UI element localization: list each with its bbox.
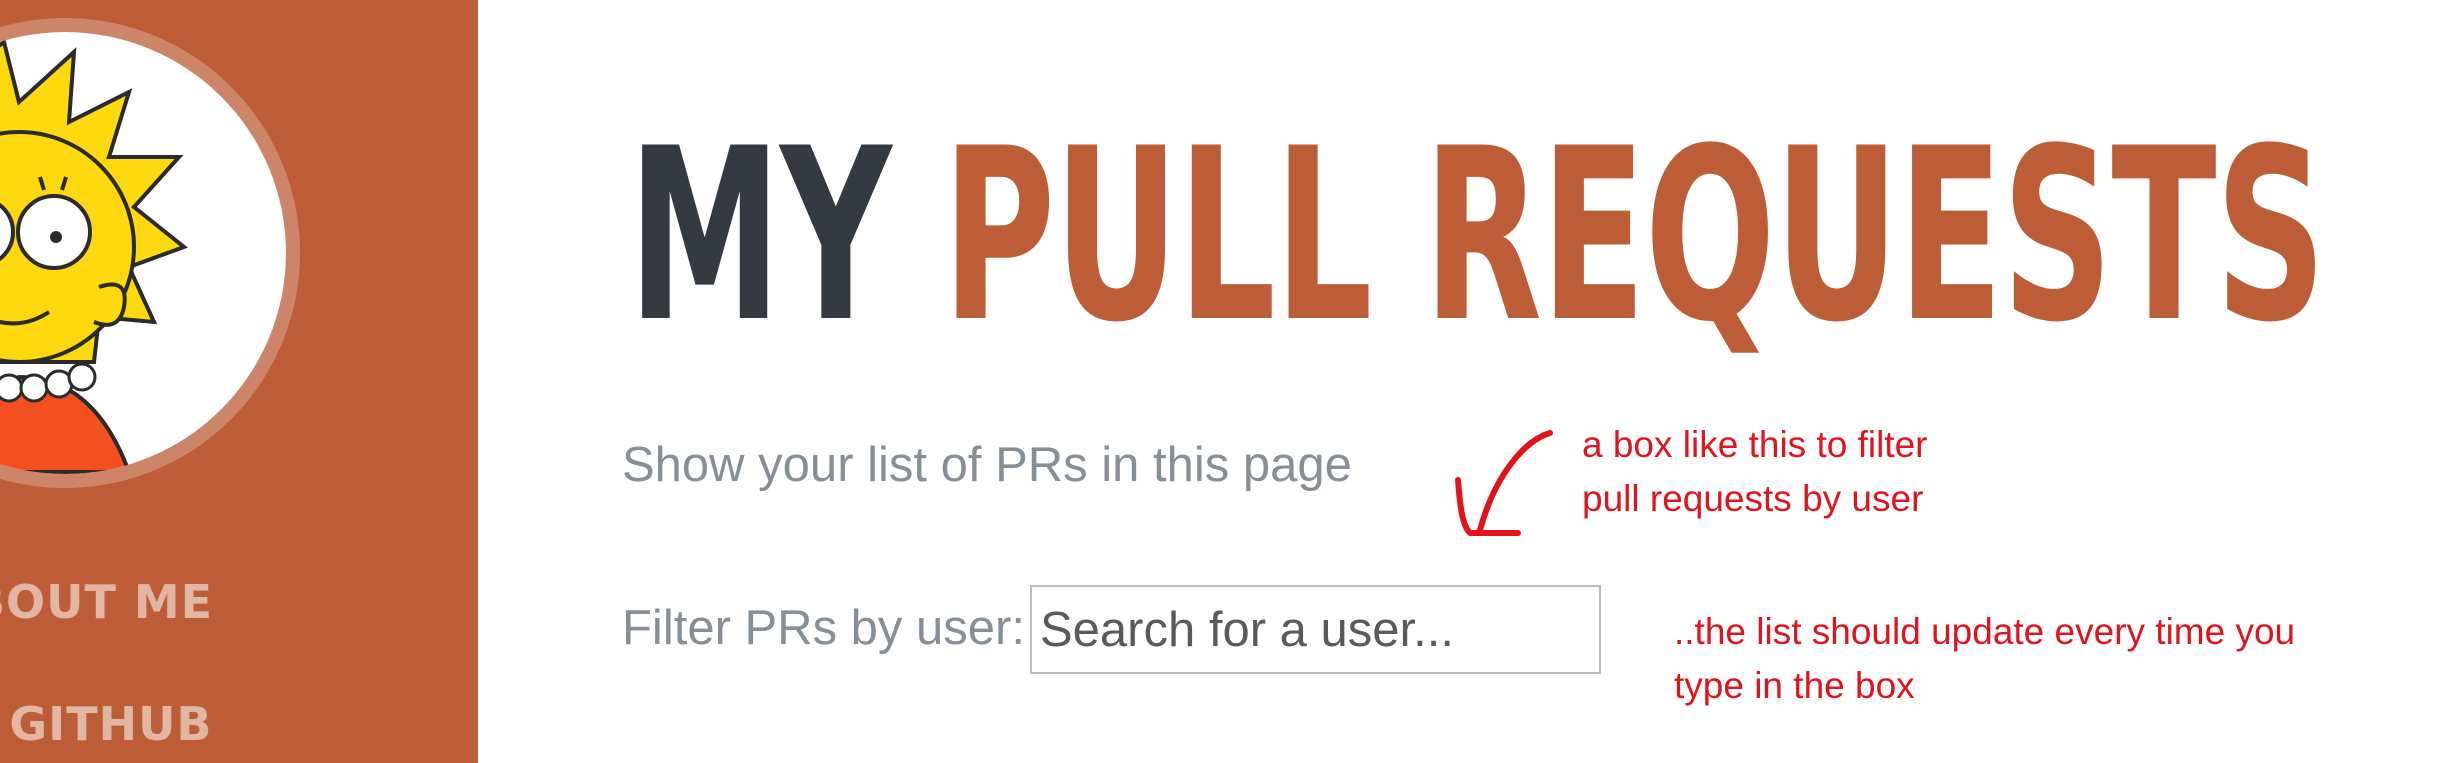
annotation-arrow-icon xyxy=(1455,430,1553,536)
annotation-note-filter-box: a box like this to filter pull requests … xyxy=(1582,424,1928,519)
filter-label: Filter PRs by user: xyxy=(622,601,1025,655)
page-subtitle: Show your list of PRs in this page xyxy=(622,438,1352,492)
nav-item-my-github[interactable]: Y GITHUB xyxy=(0,697,213,751)
sidebar: BOUT ME Y GITHUB xyxy=(0,0,478,763)
lisa-simpson-avatar-image xyxy=(0,32,286,474)
nav-item-about-me[interactable]: BOUT ME xyxy=(0,575,213,629)
page-title: MY PULL REQUESTS xyxy=(628,118,2326,356)
user-search-input[interactable] xyxy=(1030,585,1601,674)
annotation-note-live-update: ..the list should update every time you … xyxy=(1674,611,2296,706)
page-title-part-2: PULL REQUESTS xyxy=(942,98,2326,375)
avatar xyxy=(0,18,300,488)
page-title-part-1: MY xyxy=(628,98,892,375)
